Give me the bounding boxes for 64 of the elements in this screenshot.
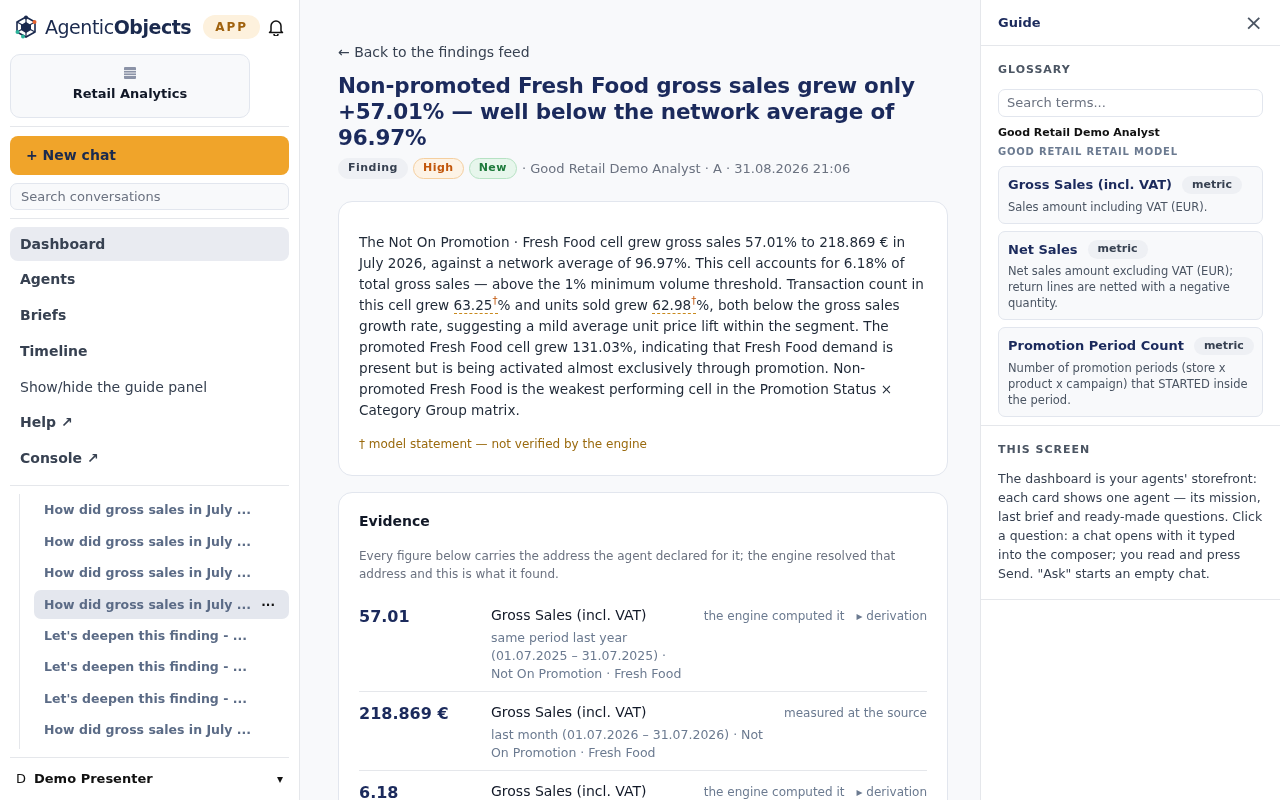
term-description: Number of promotion periods (store x product x campaign) that STARTED inside the period.	[1008, 359, 1249, 408]
nav-item[interactable]: Console ↗	[10, 441, 289, 476]
finding-meta: · Good Retail Demo Analyst · A · 31.08.2026 21:06	[522, 159, 851, 178]
nav-item[interactable]: Timeline	[10, 334, 289, 369]
nav-item[interactable]: Help ↗	[10, 405, 289, 440]
term-tag: metric	[1193, 336, 1254, 355]
nav-item[interactable]: Dashboard	[10, 227, 289, 262]
evidence-value: 6.18	[359, 781, 400, 800]
evidence-scope: last month (01.07.2026 – 31.07.2026) · Not On Promotion · Fresh Food	[491, 725, 764, 762]
term-tag: metric	[1087, 240, 1148, 259]
tag: New	[468, 158, 517, 179]
guide-title: Guide	[998, 13, 1041, 32]
brand-name: AgenticObjects	[45, 14, 192, 40]
metric-name: Gross Sales (incl. VAT)	[491, 781, 648, 800]
new-chat-button[interactable]: + New chat	[10, 135, 289, 175]
model-name: GOOD RETAIL RETAIL MODEL	[998, 145, 1179, 159]
derivation-link[interactable]: ▸ derivation	[856, 782, 927, 800]
finding-text: The Not On Promotion · Fresh Food cell grew gross sales 57.01% to 218.869 € in July 2026, against a network average of 96.97%. This cell accounts for 6.18% of total gross sales — above the 1% minimum volume threshold. Transaction count in this cell grew 63.25$^{†}$% and units sold grew 62.98$^{†}$%, both below the gross sales growth rate, suggesting a mild average unit price lift within the segment. The promoted Fresh Food cell grew 131.03%, indicating that Fresh Food demand is present but is being activated almost exclusively through promotion. Non-promoted Fresh Food is the weakest performing cell in the Promotion Status × Category Group matrix.	[359, 232, 925, 420]
evidence-value: 57.01	[359, 605, 411, 628]
evidence-source: measured at the source	[784, 704, 927, 722]
evidence-source: the engine computed it	[703, 783, 845, 800]
evidence-value: 218.869 €	[359, 702, 450, 725]
term-tag: metric	[1182, 175, 1242, 194]
workspace-card[interactable]: Retail Analytics	[10, 53, 250, 118]
section-heading: GLOSSARY	[998, 62, 1072, 78]
unverified-claim[interactable]: 63.25$^{†}$	[453, 296, 498, 314]
evidence-source: the engine computed it	[703, 607, 845, 625]
footnote: † model statement — not verified by the engine	[359, 435, 648, 453]
metric-name: Gross Sales (incl. VAT)	[491, 605, 648, 625]
tag: Finding	[338, 158, 408, 179]
logo-icon	[15, 14, 37, 39]
user-initial: D	[16, 770, 26, 789]
search-field[interactable]: Search conversations	[10, 182, 289, 211]
term-name: Promotion Period Count	[1008, 337, 1184, 355]
term-description: Net sales amount excluding VAT (EUR); return lines are netted with a negative quantity.	[1008, 263, 1235, 311]
evidence-title: Evidence	[359, 511, 431, 531]
term-description: Sales amount including VAT (EUR).	[1008, 198, 1209, 215]
term-name: Gross Sales (incl. VAT)	[1008, 176, 1172, 194]
glossary-card[interactable]: Net Sales metric Net sales amount excluding VAT (EUR); return lines are netted with a negative quantity.	[998, 230, 1263, 320]
user-name: Demo Presenter	[34, 770, 153, 789]
conversation-item[interactable]: How did gross sales in July ... ···	[34, 590, 289, 620]
more-options-button[interactable]: ···	[261, 595, 275, 614]
unverified-claim[interactable]: 62.98$^{†}$	[652, 296, 697, 314]
metric-name: Gross Sales (incl. VAT)	[491, 702, 648, 722]
table-icon	[124, 67, 136, 80]
back-link[interactable]: ← Back to the findings feed	[338, 42, 942, 63]
derivation-link[interactable]: ▸ derivation	[856, 606, 927, 683]
glossary-search-field[interactable]: Search terms...	[998, 88, 1263, 117]
finding-title: Non-promoted Fresh Food gross sales grew only +57.01% — well below the network average of 96.97%	[338, 73, 916, 151]
glossary-card[interactable]: Gross Sales (incl. VAT) metric Sales amount including VAT (EUR).	[998, 166, 1263, 224]
evidence-scope: same period last year (01.07.2025 – 31.07.2025) · Not On Promotion · Fresh Food	[491, 628, 683, 683]
tag: High	[412, 158, 464, 179]
section-heading: THIS SCREEN	[998, 442, 1092, 458]
nav-item[interactable]: Agents	[10, 263, 289, 297]
nav-item[interactable]: Briefs	[10, 298, 289, 333]
term-name: Net Sales	[1008, 240, 1078, 259]
app-badge: APP	[203, 14, 260, 39]
agent-name: Good Retail Demo Analyst	[998, 124, 1161, 141]
user-menu-caret[interactable]: ▾	[276, 770, 283, 789]
evidence-intro: Every figure below carries the address the agent declared for it; the engine resolved that address and this is what it found.	[359, 547, 897, 583]
screen-description: The dashboard is your agents' storefront: each card shows one agent — its mission, last brief and ready-made questions. Click a question: a chat opens with it typed into the composer; you read and press Send. "Ask" starts an empty chat.	[998, 469, 1263, 583]
workspace-name: Retail Analytics	[72, 85, 188, 104]
nav-item[interactable]: Show/hide the guide panel	[10, 370, 289, 404]
glossary-card[interactable]: Promotion Period Count metric Number of promotion periods (store x product x campaign) that STARTED inside the period.	[998, 327, 1263, 417]
